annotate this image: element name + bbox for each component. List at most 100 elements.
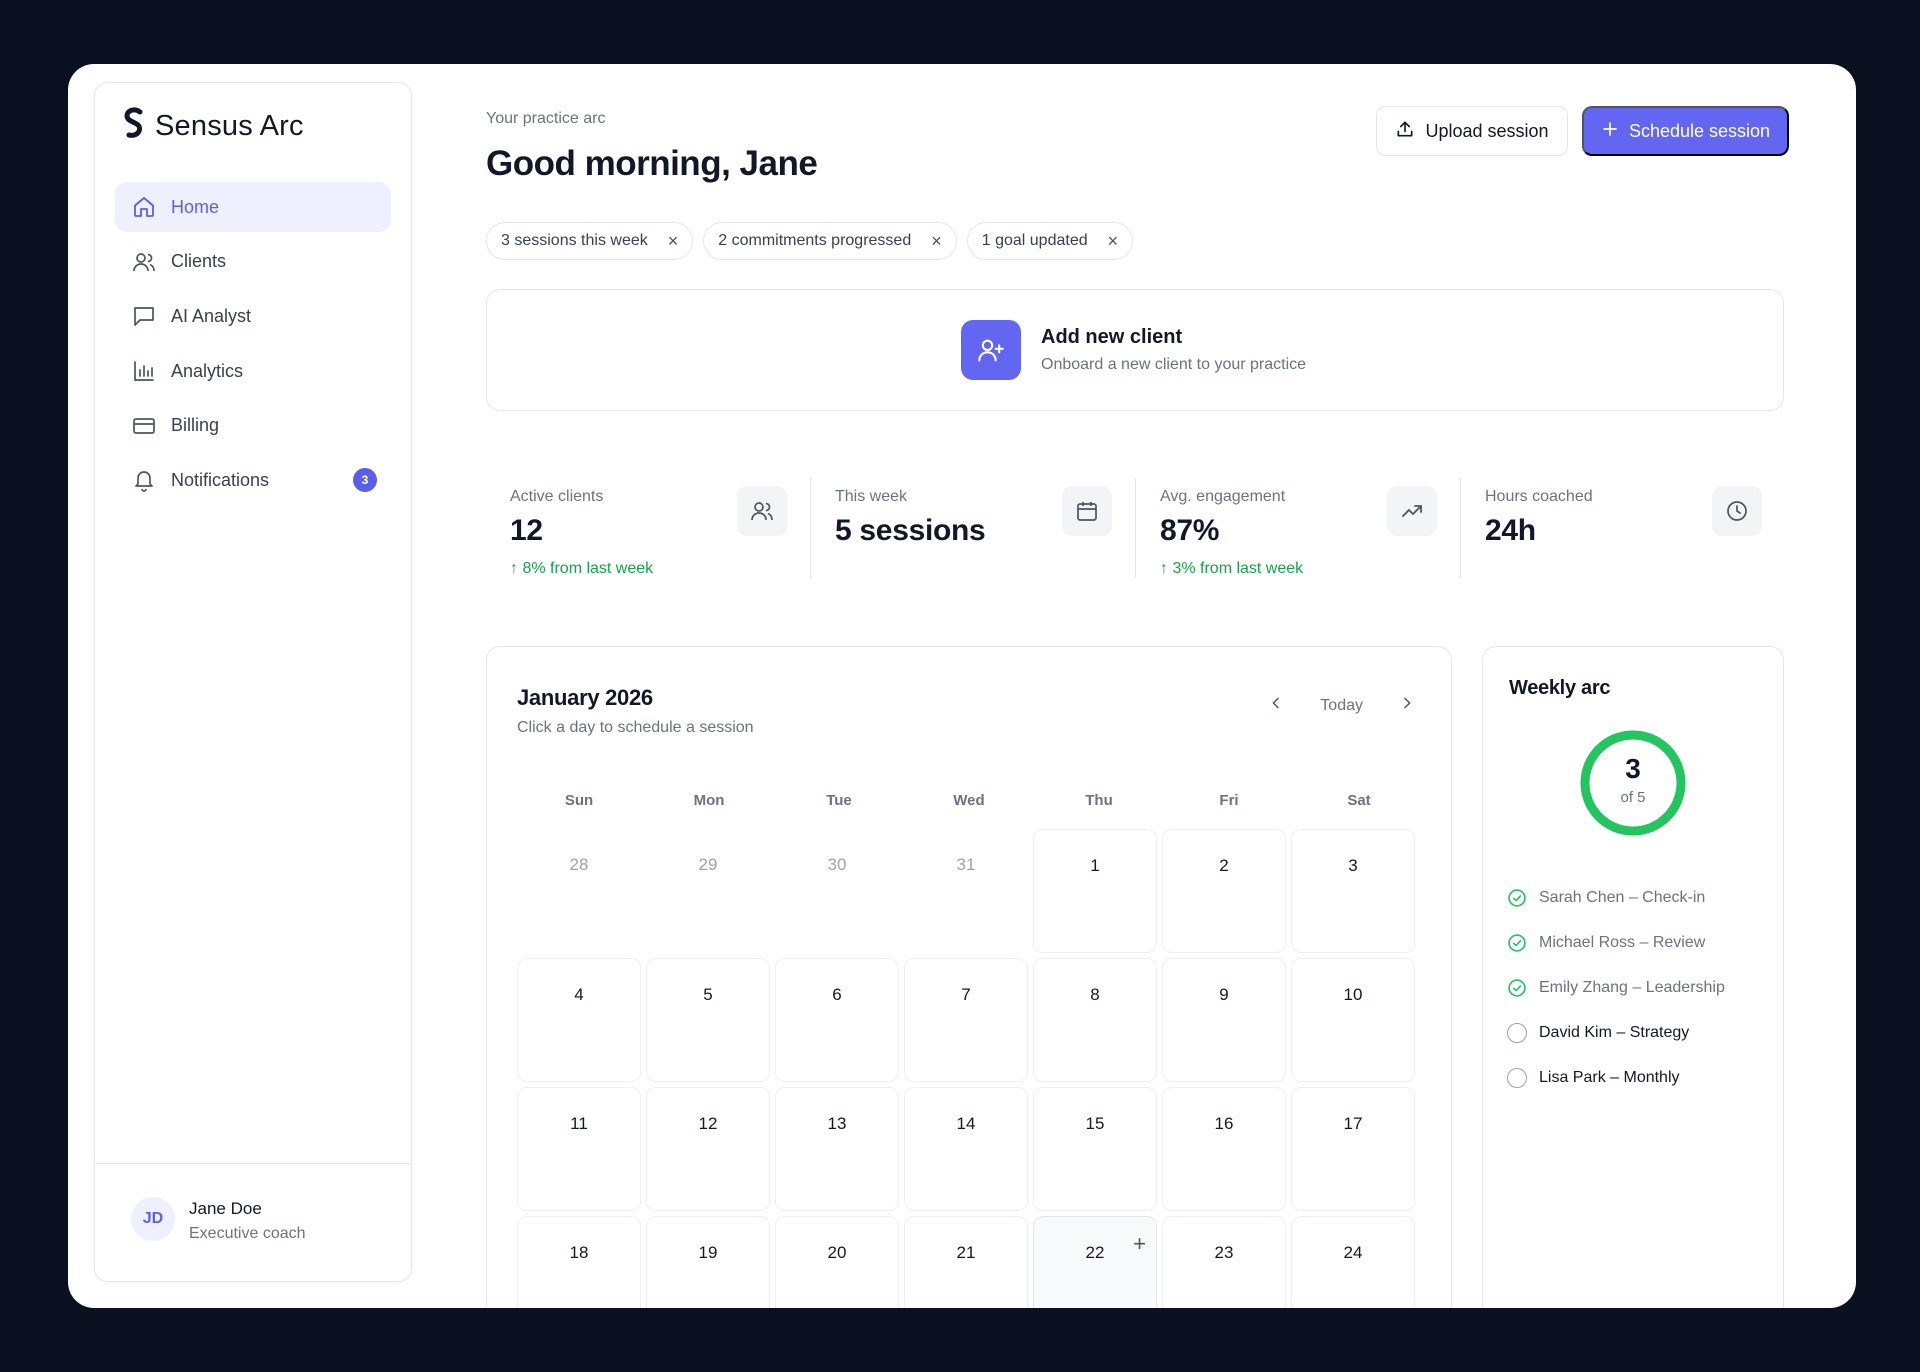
calendar-day[interactable]: 10	[1291, 958, 1415, 1082]
weekly-session-item[interactable]: Lisa Park – Monthly	[1507, 1055, 1767, 1100]
weekly-session-item[interactable]: Michael Ross – Review	[1507, 920, 1767, 965]
day-number: 30	[827, 855, 847, 874]
upload-icon	[1395, 119, 1415, 144]
sidebar-item-label: Home	[171, 196, 220, 217]
calendar-day: 31	[904, 829, 1028, 953]
weekly-session-item[interactable]: Emily Zhang – Leadership	[1507, 965, 1767, 1010]
day-number: 12	[698, 1114, 718, 1133]
calendar-day[interactable]: 21	[904, 1216, 1028, 1308]
day-number: 4	[574, 985, 584, 1004]
day-number: 18	[569, 1243, 589, 1262]
day-number: 24	[1343, 1243, 1363, 1262]
day-number: 11	[570, 1114, 588, 1133]
sidebar-item-label: AI Analyst	[171, 305, 252, 326]
add-session-icon[interactable]: +	[1133, 1231, 1146, 1257]
empty-circle-icon	[1507, 1022, 1527, 1043]
calendar-day[interactable]: 15	[1033, 1087, 1157, 1211]
calendar-day[interactable]: 24	[1291, 1216, 1415, 1308]
calendar-day[interactable]: 23	[1162, 1216, 1286, 1308]
sidebar-item-label: Billing	[171, 415, 220, 436]
calendar-day[interactable]: 3	[1291, 829, 1415, 953]
calendar-day: 30	[775, 829, 899, 953]
day-number: 13	[827, 1114, 847, 1133]
home-icon	[131, 194, 157, 220]
sidebar-item-notifications[interactable]: Notifications 3	[115, 455, 391, 505]
calendar-day[interactable]: 4	[517, 958, 641, 1082]
calendar-day[interactable]: 5	[646, 958, 770, 1082]
weekly-session-item[interactable]: Sarah Chen – Check-in	[1507, 875, 1767, 920]
sidebar-item-analytics[interactable]: Analytics	[115, 346, 391, 396]
chip-label: 3 sessions this week	[501, 232, 648, 249]
sidebar-item-label: Analytics	[171, 360, 244, 381]
sidebar-item-billing[interactable]: Billing	[115, 401, 391, 451]
chevron-left-icon[interactable]	[1268, 695, 1284, 716]
session-label: Emily Zhang – Leadership	[1539, 978, 1725, 996]
app-window: Sensus Arc Home Clients AI Analyst Analy…	[68, 64, 1856, 1308]
today-button[interactable]: Today	[1320, 697, 1363, 715]
calendar-title: January 2026	[517, 685, 653, 710]
user-profile[interactable]: JD Jane Doe Executive coach	[95, 1163, 411, 1281]
calendar-day[interactable]: 2	[1162, 829, 1286, 953]
calendar-day[interactable]: 22 +	[1033, 1216, 1157, 1308]
day-number: 8	[1090, 985, 1100, 1004]
calendar-day: 29	[646, 829, 770, 953]
calendar-day[interactable]: 11	[517, 1087, 641, 1211]
calendar-day[interactable]: 16	[1162, 1087, 1286, 1211]
calendar-day[interactable]: 19	[646, 1216, 770, 1308]
weekday-label: Tue	[826, 792, 852, 809]
brand[interactable]: Sensus Arc	[123, 107, 304, 146]
chevron-right-icon[interactable]	[1399, 695, 1415, 716]
stat-label: This week	[835, 488, 908, 505]
stat-value: 5 sessions	[835, 514, 986, 547]
day-number: 28	[569, 855, 589, 874]
calendar-day[interactable]: 9	[1162, 958, 1286, 1082]
calendar-day[interactable]: 12	[646, 1087, 770, 1211]
weekly-session-item[interactable]: David Kim – Strategy	[1507, 1010, 1767, 1055]
bell-icon	[131, 467, 157, 493]
weekday-label: Sun	[564, 792, 594, 809]
check-circle-icon	[1507, 933, 1527, 953]
check-circle-icon	[1507, 978, 1527, 998]
chip-label: 1 goal updated	[981, 232, 1088, 249]
stat-value: 87%	[1160, 514, 1220, 547]
sidebar-item-ai-analyst[interactable]: AI Analyst	[115, 291, 391, 341]
weekday-label: Fri	[1219, 792, 1239, 809]
calendar-day[interactable]: 17	[1291, 1087, 1415, 1211]
weekly-total-label: of 5	[1620, 789, 1646, 806]
notifications-badge: 3	[353, 468, 377, 493]
calendar-day[interactable]: 18	[517, 1216, 641, 1308]
clock-icon	[1712, 486, 1762, 536]
close-icon[interactable]: ×	[931, 231, 942, 252]
close-icon[interactable]: ×	[1108, 231, 1119, 252]
session-label: David Kim – Strategy	[1539, 1023, 1690, 1041]
stat-label: Active clients	[510, 488, 604, 505]
stat-avg-engagement: Avg. engagement 87% ↑ 3% from last week	[1136, 470, 1461, 580]
schedule-session-label: Schedule session	[1628, 120, 1771, 141]
upload-session-button[interactable]: Upload session	[1376, 106, 1568, 156]
add-client-card[interactable]: Add new client Onboard a new client to y…	[486, 289, 1784, 411]
sidebar-item-home[interactable]: Home	[115, 182, 391, 232]
close-icon[interactable]: ×	[668, 231, 679, 252]
stat-label: Avg. engagement	[1160, 488, 1286, 505]
summary-chip: 2 commitments progressed ×	[703, 222, 957, 260]
calendar-day[interactable]: 20	[775, 1216, 899, 1308]
schedule-session-button[interactable]: Schedule session	[1582, 106, 1789, 156]
add-client-subtitle: Onboard a new client to your practice	[1041, 356, 1307, 373]
day-number: 20	[827, 1243, 847, 1262]
users-icon	[131, 249, 157, 275]
day-number: 23	[1214, 1243, 1234, 1262]
calendar-day[interactable]: 8	[1033, 958, 1157, 1082]
calendar-day[interactable]: 14	[904, 1087, 1028, 1211]
calendar-day[interactable]: 13	[775, 1087, 899, 1211]
add-client-title: Add new client	[1041, 326, 1183, 348]
calendar-days: 28 29 30 31 1 2 3 4 5 6 7 8 9 10 11 12 13 14 15 16 17 18 19 20 2…	[517, 829, 1421, 1308]
credit-card-icon	[131, 413, 157, 439]
calendar-day[interactable]: 7	[904, 958, 1028, 1082]
weekday-header: Sun Mon Tue Wed Thu Fri Sat	[517, 781, 1421, 821]
calendar-day[interactable]: 1	[1033, 829, 1157, 953]
user-name: Jane Doe	[189, 1199, 262, 1218]
calendar-day[interactable]: 6	[775, 958, 899, 1082]
stat-hours-coached: Hours coached 24h	[1461, 470, 1786, 580]
sidebar-item-clients[interactable]: Clients	[115, 237, 391, 287]
day-number: 7	[961, 985, 971, 1004]
